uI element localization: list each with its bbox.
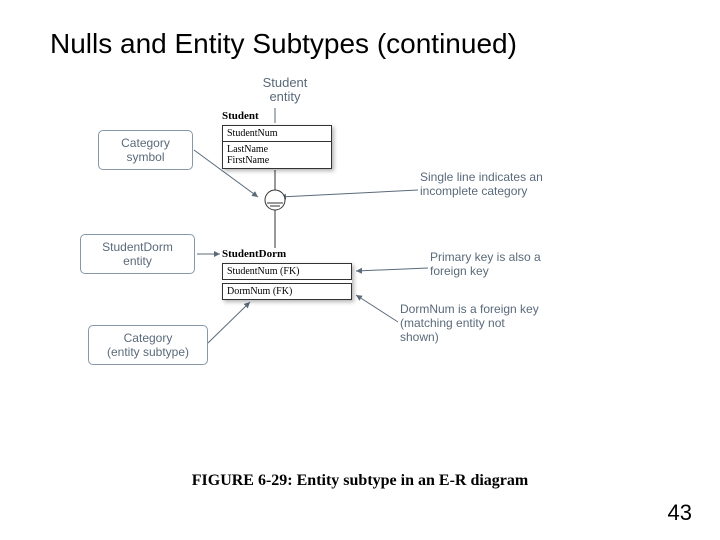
student-attr-firstname: FirstName <box>227 155 327 166</box>
student-entity-name: Student <box>222 110 259 122</box>
student-dorm-entity-table: StudentNum (FK) DormNum (FK) <box>222 263 352 300</box>
page-title: Nulls and Entity Subtypes (continued) <box>50 28 517 60</box>
student-dorm-fk: DormNum (FK) <box>222 283 352 300</box>
dormnum-note: DormNum is a foreign key (matching entit… <box>400 302 545 344</box>
student-attrs: LastName FirstName <box>223 142 331 168</box>
student-attr-lastname: LastName <box>227 144 327 155</box>
pk-fk-note: Primary key is also a foreign key <box>430 250 555 278</box>
category-symbol-callout: Categorysymbol <box>98 130 193 170</box>
student-entity-table: StudentNum LastName FirstName <box>222 125 332 169</box>
student-dorm-pk: StudentNum (FK) <box>222 263 352 280</box>
diagram-stage: Studententity Student StudentNum LastNam… <box>0 70 720 470</box>
student-entity-header: Studententity <box>245 76 325 104</box>
category-entity-callout: Category(entity subtype) <box>88 325 208 365</box>
student-dorm-entity-name: StudentDorm <box>222 248 286 260</box>
student-pk: StudentNum <box>223 126 331 142</box>
student-dorm-entity-callout: StudentDormentity <box>80 234 195 274</box>
single-line-note: Single line indicates an incomplete cate… <box>420 170 545 198</box>
figure-caption: FIGURE 6-29: Entity subtype in an E-R di… <box>0 472 720 490</box>
page-number: 43 <box>668 500 692 526</box>
